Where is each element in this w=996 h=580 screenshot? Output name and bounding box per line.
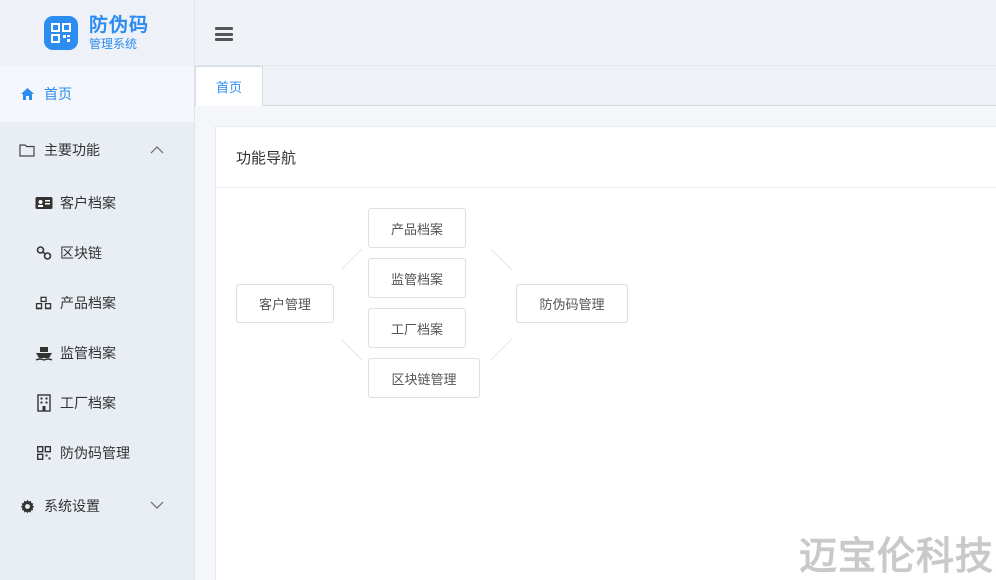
sidebar-item-label: 区块链 [60,243,102,263]
sidebar-item-anticounterfeit[interactable]: 防伪码管理 [0,428,194,478]
ship-icon [35,344,53,362]
id-card-icon [35,194,53,212]
top-header [195,0,996,66]
sidebar-item-product-archive[interactable]: 产品档案 [0,278,194,328]
sidebar-item-blockchain[interactable]: 区块链 [0,228,194,278]
nav-factory-archive[interactable]: 工厂档案 [368,308,466,348]
sidebar-item-label: 工厂档案 [60,393,116,413]
chevron-down-icon [150,497,164,513]
nav-anticounterfeit-management[interactable]: 防伪码管理 [516,284,628,323]
sidebar-item-label: 防伪码管理 [60,443,130,463]
sidebar-item-label: 客户档案 [60,193,116,213]
sidebar-item-customer-archive[interactable]: 客户档案 [0,178,194,228]
chevron-up-icon [150,141,164,157]
sidebar-item-label: 产品档案 [60,293,116,313]
function-nav-card: 功能导航 客户管理 产品档案 监管档案 工厂档案 区块链管理 防伪码管理 [215,126,996,580]
tab-bar: 首页 [195,66,996,106]
gear-icon [18,497,36,515]
nav-blockchain-management[interactable]: 区块链管理 [368,358,480,398]
sidebar-group-settings[interactable]: 系统设置 [0,478,194,534]
tab-home[interactable]: 首页 [195,66,263,106]
home-icon [18,85,36,103]
qrcode-icon [35,444,53,462]
sidebar-item-label: 监管档案 [60,343,116,363]
sidebar-group-main[interactable]: 主要功能 [0,122,194,178]
sidebar-item-home[interactable]: 首页 [0,66,194,122]
qrcode-logo-icon [44,16,78,50]
sidebar-item-factory-archive[interactable]: 工厂档案 [0,378,194,428]
folder-icon [18,141,36,159]
logo[interactable]: 防伪码 管理系统 [0,0,194,66]
watermark: 迈宝伦科技 [799,525,994,580]
main-content: 功能导航 客户管理 产品档案 监管档案 工厂档案 区块链管理 防伪码管理 [195,106,996,580]
connector-lines [216,127,996,527]
logo-subtitle: 管理系统 [89,38,149,50]
nav-customer-management[interactable]: 客户管理 [236,284,334,323]
sidebar-item-supervision-archive[interactable]: 监管档案 [0,328,194,378]
logo-title: 防伪码 [89,16,149,35]
building-icon [35,394,53,412]
cubes-icon [35,294,53,312]
sidebar: 防伪码 管理系统 首页 主要功能 客户档案 区块链 产品档案 [0,0,195,580]
menu-toggle-icon[interactable] [215,27,233,41]
link-icon [35,244,53,262]
nav-product-archive[interactable]: 产品档案 [368,208,466,248]
sidebar-group-label: 系统设置 [44,496,100,516]
sidebar-group-label: 主要功能 [44,140,100,160]
sidebar-item-label: 首页 [44,84,72,104]
nav-supervision-archive[interactable]: 监管档案 [368,258,466,298]
